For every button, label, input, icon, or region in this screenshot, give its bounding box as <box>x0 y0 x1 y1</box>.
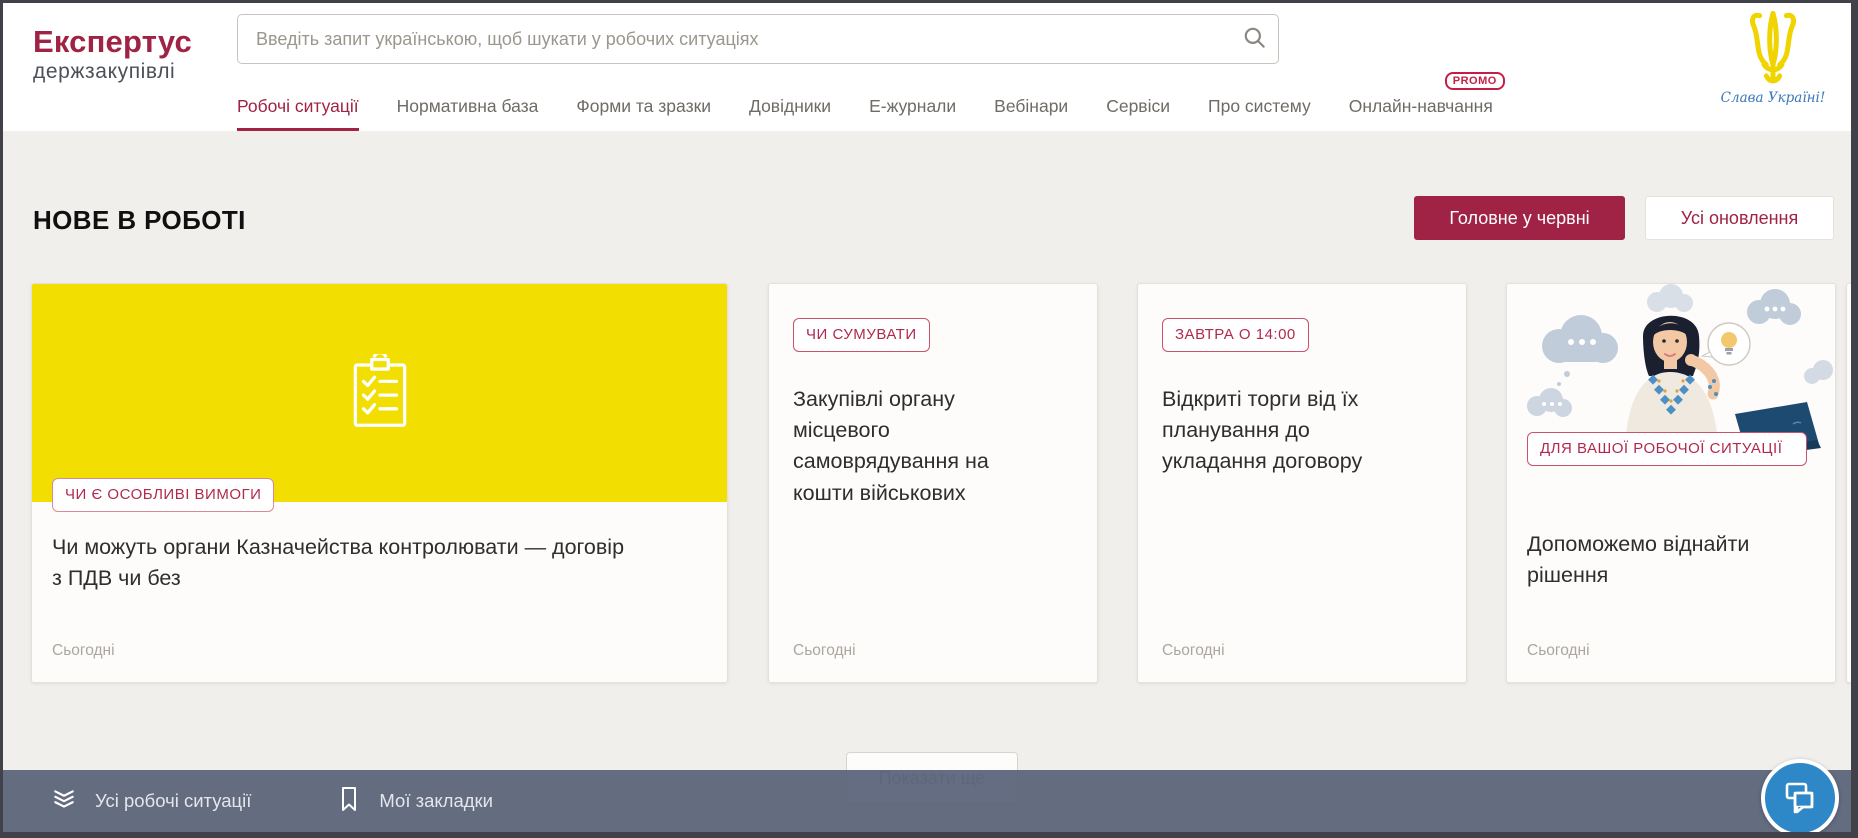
card-tag: ЧИ СУМУВАТИ <box>793 318 930 352</box>
nav-item-dovidnyky[interactable]: Довідники <box>749 96 831 131</box>
bar-item-label: Мої закладки <box>379 790 493 812</box>
main-in-june-button[interactable]: Головне у червні <box>1414 196 1625 240</box>
bar-item-label: Усі робочі ситуації <box>95 790 251 812</box>
chat-icon <box>1780 776 1820 821</box>
patriot-block: Слава Україні! <box>1713 9 1833 106</box>
all-updates-button[interactable]: Усі оновлення <box>1645 196 1834 240</box>
card-date: Сьогодні <box>1527 642 1590 660</box>
card-treasury-control[interactable]: ЧИ Є ОСОБЛИВІ ВИМОГИ Чи можуть органи Ка… <box>31 283 728 683</box>
logo[interactable]: Експертус держзакупівлі <box>33 25 192 85</box>
promo-badge: PROMO <box>1445 72 1505 90</box>
card-title: Відкриті торги від їх планування до укла… <box>1162 384 1417 478</box>
chat-button[interactable] <box>1761 759 1839 837</box>
card-date: Сьогодні <box>793 642 856 660</box>
my-bookmarks-link[interactable]: Мої закладки <box>337 786 493 817</box>
nav-item-robochi-sytuatsii[interactable]: Робочі ситуації <box>237 96 359 131</box>
card-date: Сьогодні <box>52 642 115 660</box>
bottom-bar: Усі робочі ситуації Мої закладки <box>3 770 1851 832</box>
search-bar <box>237 14 1279 64</box>
search-input[interactable] <box>254 28 1232 51</box>
search-button[interactable] <box>1232 15 1278 63</box>
clipboard-checklist-icon <box>349 354 411 433</box>
card-yellow-banner <box>32 284 727 502</box>
nav-item-formy-ta-zrazky[interactable]: Форми та зразки <box>576 96 711 131</box>
card-open-tenders[interactable]: ЗАВТРА О 14:00 Відкриті торги від їх пла… <box>1137 283 1467 683</box>
card-next-peek <box>1846 283 1858 683</box>
card-date: Сьогодні <box>1162 642 1225 660</box>
card-title: Закупівлі органу місцевого самоврядуванн… <box>793 384 1048 509</box>
bookmark-icon <box>337 786 361 817</box>
nav-item-vebinary[interactable]: Вебінари <box>994 96 1068 131</box>
consultant-illustration <box>1507 284 1835 456</box>
slogan-text: Слава Україні! <box>1713 90 1833 106</box>
card-title: Допоможемо віднайти рішення <box>1527 529 1807 591</box>
main-nav: Робочі ситуації Нормативна база Форми та… <box>237 83 1493 131</box>
header: Експертус держзакупівлі Робочі ситуації … <box>3 3 1851 131</box>
card-tag: ДЛЯ ВАШОЇ РОБОЧОЇ СИТУАЦІЇ <box>1527 432 1807 466</box>
app-window: Експертус держзакупівлі Робочі ситуації … <box>0 0 1858 838</box>
nav-item-label: Онлайн-навчання <box>1349 96 1493 116</box>
card-tag: ЧИ Є ОСОБЛИВІ ВИМОГИ <box>52 478 274 512</box>
nav-item-normatyvna-baza[interactable]: Нормативна база <box>397 96 539 131</box>
search-icon <box>1242 25 1268 54</box>
logo-subtitle: держзакупівлі <box>33 59 192 85</box>
ukraine-trident-icon <box>1738 74 1808 91</box>
card-local-gov-procurement[interactable]: ЧИ СУМУВАТИ Закупівлі органу місцевого с… <box>768 283 1098 683</box>
nav-item-servisy[interactable]: Сервіси <box>1106 96 1170 131</box>
card-tag: ЗАВТРА О 14:00 <box>1162 318 1309 352</box>
logo-brand: Експертус <box>33 25 192 59</box>
card-find-solution[interactable]: ДЛЯ ВАШОЇ РОБОЧОЇ СИТУАЦІЇ Допоможемо ві… <box>1506 283 1836 683</box>
nav-item-e-zhurnaly[interactable]: Е-журнали <box>869 96 956 131</box>
nav-item-onlain-navchannia[interactable]: Онлайн-навчання PROMO <box>1349 96 1493 131</box>
card-title: Чи можуть органи Казначейства контролюва… <box>52 532 632 594</box>
layers-icon <box>51 786 77 817</box>
nav-item-pro-systemu[interactable]: Про систему <box>1208 96 1311 131</box>
all-work-situations-link[interactable]: Усі робочі ситуації <box>51 786 251 817</box>
page-title: НОВЕ В РОБОТІ <box>33 205 246 236</box>
